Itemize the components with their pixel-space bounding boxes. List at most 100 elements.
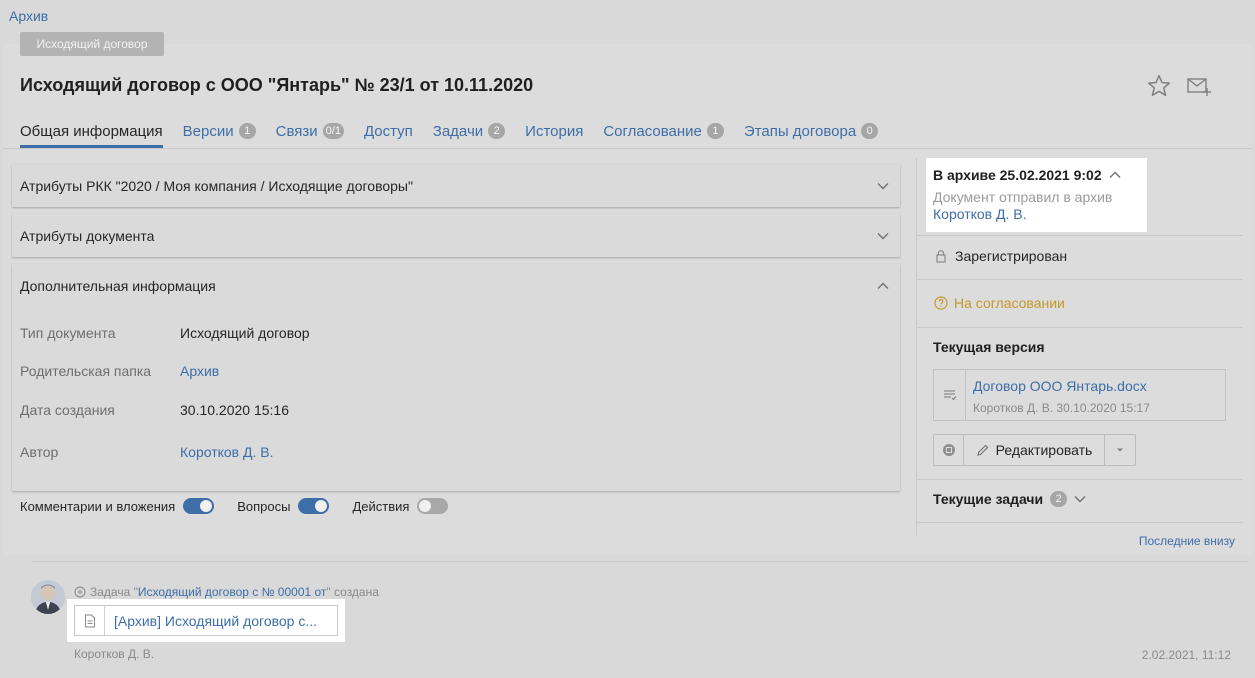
toggle-actions[interactable]: Действия: [352, 498, 449, 514]
chevron-down-icon: [1074, 496, 1086, 503]
tab-count-badge: 1: [238, 123, 256, 139]
divider: [917, 279, 1243, 280]
lock-icon: [936, 250, 946, 263]
author-link[interactable]: Коротков Д. В.: [180, 444, 274, 460]
divider: [917, 327, 1243, 328]
document-lines-icon: [943, 390, 956, 401]
attr-key: Автор: [20, 444, 59, 460]
tab-links[interactable]: Связи 0/1: [276, 114, 344, 148]
tab-label: Общая информация: [20, 122, 163, 140]
current-version-heading: Текущая версия: [933, 339, 1045, 355]
archive-status-box: В архиве 25.02.2021 9:02 Документ отправ…: [926, 158, 1147, 232]
current-tasks-count: 2: [1050, 491, 1068, 507]
tab-label: Этапы договора: [743, 122, 857, 140]
page-title: Исходящий договор с ООО "Янтарь" № 23/1 …: [20, 75, 534, 95]
status-text: Зарегистрирован: [955, 248, 1068, 264]
feed-event-line: Задача " Исходящий договор с № 00001 от "…: [74, 585, 379, 599]
section-title: Атрибуты РКК "2020 / Моя компания / Исхо…: [20, 178, 413, 194]
chevron-down-icon: [877, 233, 889, 240]
attr-key: Родительская папка: [20, 363, 152, 379]
status-approval[interactable]: На согласовании: [934, 295, 1065, 311]
tab-versions[interactable]: Версии 1: [183, 114, 256, 148]
feed-author[interactable]: Коротков Д. В.: [74, 647, 154, 661]
chevron-up-icon: [1109, 171, 1121, 178]
version-file-icon-box: [934, 370, 966, 420]
user-photo: [31, 580, 65, 614]
question-circle-icon: [934, 296, 948, 310]
section-document-attributes[interactable]: Атрибуты документа: [12, 214, 900, 257]
toggle-switch[interactable]: [417, 498, 449, 514]
tab-count-badge: 2: [488, 123, 506, 139]
attr-key: Тип документа: [20, 325, 116, 341]
toggle-label: Комментарии и вложения: [20, 498, 176, 514]
edit-dropdown-button[interactable]: [1105, 435, 1135, 465]
edit-button-label: Редактировать: [995, 442, 1093, 458]
office-app-icon: [942, 444, 955, 456]
office-icon-button[interactable]: [934, 435, 964, 465]
archive-title-text: В архиве 25.02.2021 9:02: [933, 167, 1102, 183]
status-registered: Зарегистрирован: [934, 248, 1067, 264]
archive-author-link[interactable]: Коротков Д. В.: [933, 206, 1140, 222]
toggle-comments[interactable]: Комментарии и вложения: [20, 498, 215, 514]
chevron-down-icon: [877, 183, 889, 190]
tab-label: Версии: [182, 122, 234, 140]
caret-down-icon: [1117, 448, 1123, 452]
section-additional-info: Дополнительная информация Тип документа …: [12, 264, 900, 491]
toggle-label: Действия: [352, 498, 410, 514]
tabs-divider: [3, 148, 1252, 149]
divider: [917, 235, 1243, 236]
tab-label: Задачи: [432, 122, 484, 140]
tab-bar: Общая информация Версии 1 Связи 0/1 Доступ…: [20, 114, 898, 148]
section-title: Атрибуты документа: [20, 228, 155, 244]
plus-circle-icon: [74, 586, 86, 598]
feed-order-link[interactable]: Последние внизу: [1139, 534, 1235, 548]
tab-approval[interactable]: Согласование 1: [603, 114, 724, 148]
tab-label: Связи: [275, 122, 318, 140]
parent-folder-link[interactable]: Архив: [180, 363, 219, 379]
archive-text: Документ отправил в архив: [933, 189, 1113, 205]
attr-key: Дата создания: [20, 402, 115, 418]
edit-button[interactable]: Редактировать: [964, 435, 1105, 465]
toggle-switch[interactable]: [183, 498, 215, 514]
toggle-questions[interactable]: Вопросы: [237, 498, 330, 514]
feed-event-prefix: Задача ": [90, 585, 138, 599]
attr-value: Исходящий договор: [180, 325, 310, 341]
feed-task-link[interactable]: Исходящий договор с № 00001 от: [138, 585, 327, 599]
feed-filter-toggles: Комментарии и вложения Вопросы Действия: [20, 498, 471, 514]
feed-event-suffix: " создана: [326, 585, 379, 599]
version-file-meta: Коротков Д. В. 30.10.2020 15:17: [973, 401, 1150, 415]
tab-tasks[interactable]: Задачи 2: [432, 114, 506, 148]
tab-count-badge: 0: [861, 123, 879, 139]
divider: [917, 522, 1243, 523]
avatar[interactable]: [31, 580, 65, 614]
section-title[interactable]: Дополнительная информация: [20, 278, 216, 294]
mail-subscribe-icon[interactable]: [1186, 75, 1212, 97]
task-card-icon-box: [75, 606, 105, 635]
feed-task-card[interactable]: [Архив] Исходящий договор с...: [74, 605, 338, 636]
divider: [917, 479, 1243, 480]
task-document-icon: [84, 614, 95, 627]
tab-count-badge: 1: [706, 123, 724, 139]
tab-label: История: [525, 122, 584, 140]
breadcrumb[interactable]: Архив: [9, 8, 48, 24]
tab-count-badge: 0/1: [322, 123, 344, 139]
document-type-badge: Исходящий договор: [20, 32, 164, 56]
feed-timestamp: 2.02.2021, 11:12: [1141, 648, 1231, 662]
version-file-name[interactable]: Договор ООО Янтарь.docx: [973, 378, 1147, 394]
toggle-label: Вопросы: [237, 498, 291, 514]
toggle-switch[interactable]: [298, 498, 330, 514]
tab-access[interactable]: Доступ: [364, 114, 413, 148]
tab-general-info[interactable]: Общая информация: [20, 114, 163, 148]
archive-title[interactable]: В архиве 25.02.2021 9:02: [933, 167, 1140, 183]
section-rkk-attributes[interactable]: Атрибуты РКК "2020 / Моя компания / Исхо…: [12, 164, 900, 207]
tab-history[interactable]: История: [525, 114, 583, 148]
current-tasks-heading[interactable]: Текущие задачи 2: [933, 491, 1087, 507]
task-card-title: [Архив] Исходящий договор с...: [114, 612, 318, 629]
chevron-up-icon[interactable]: [876, 279, 890, 293]
star-icon[interactable]: [1146, 73, 1172, 99]
version-file-card[interactable]: Договор ООО Янтарь.docx Коротков Д. В. 3…: [933, 369, 1226, 421]
attr-value: 30.10.2020 15:16: [180, 402, 289, 418]
tab-contract-stages[interactable]: Этапы договора 0: [743, 114, 879, 148]
edit-button-group: Редактировать: [933, 434, 1136, 466]
tab-label: Согласование: [603, 122, 702, 140]
